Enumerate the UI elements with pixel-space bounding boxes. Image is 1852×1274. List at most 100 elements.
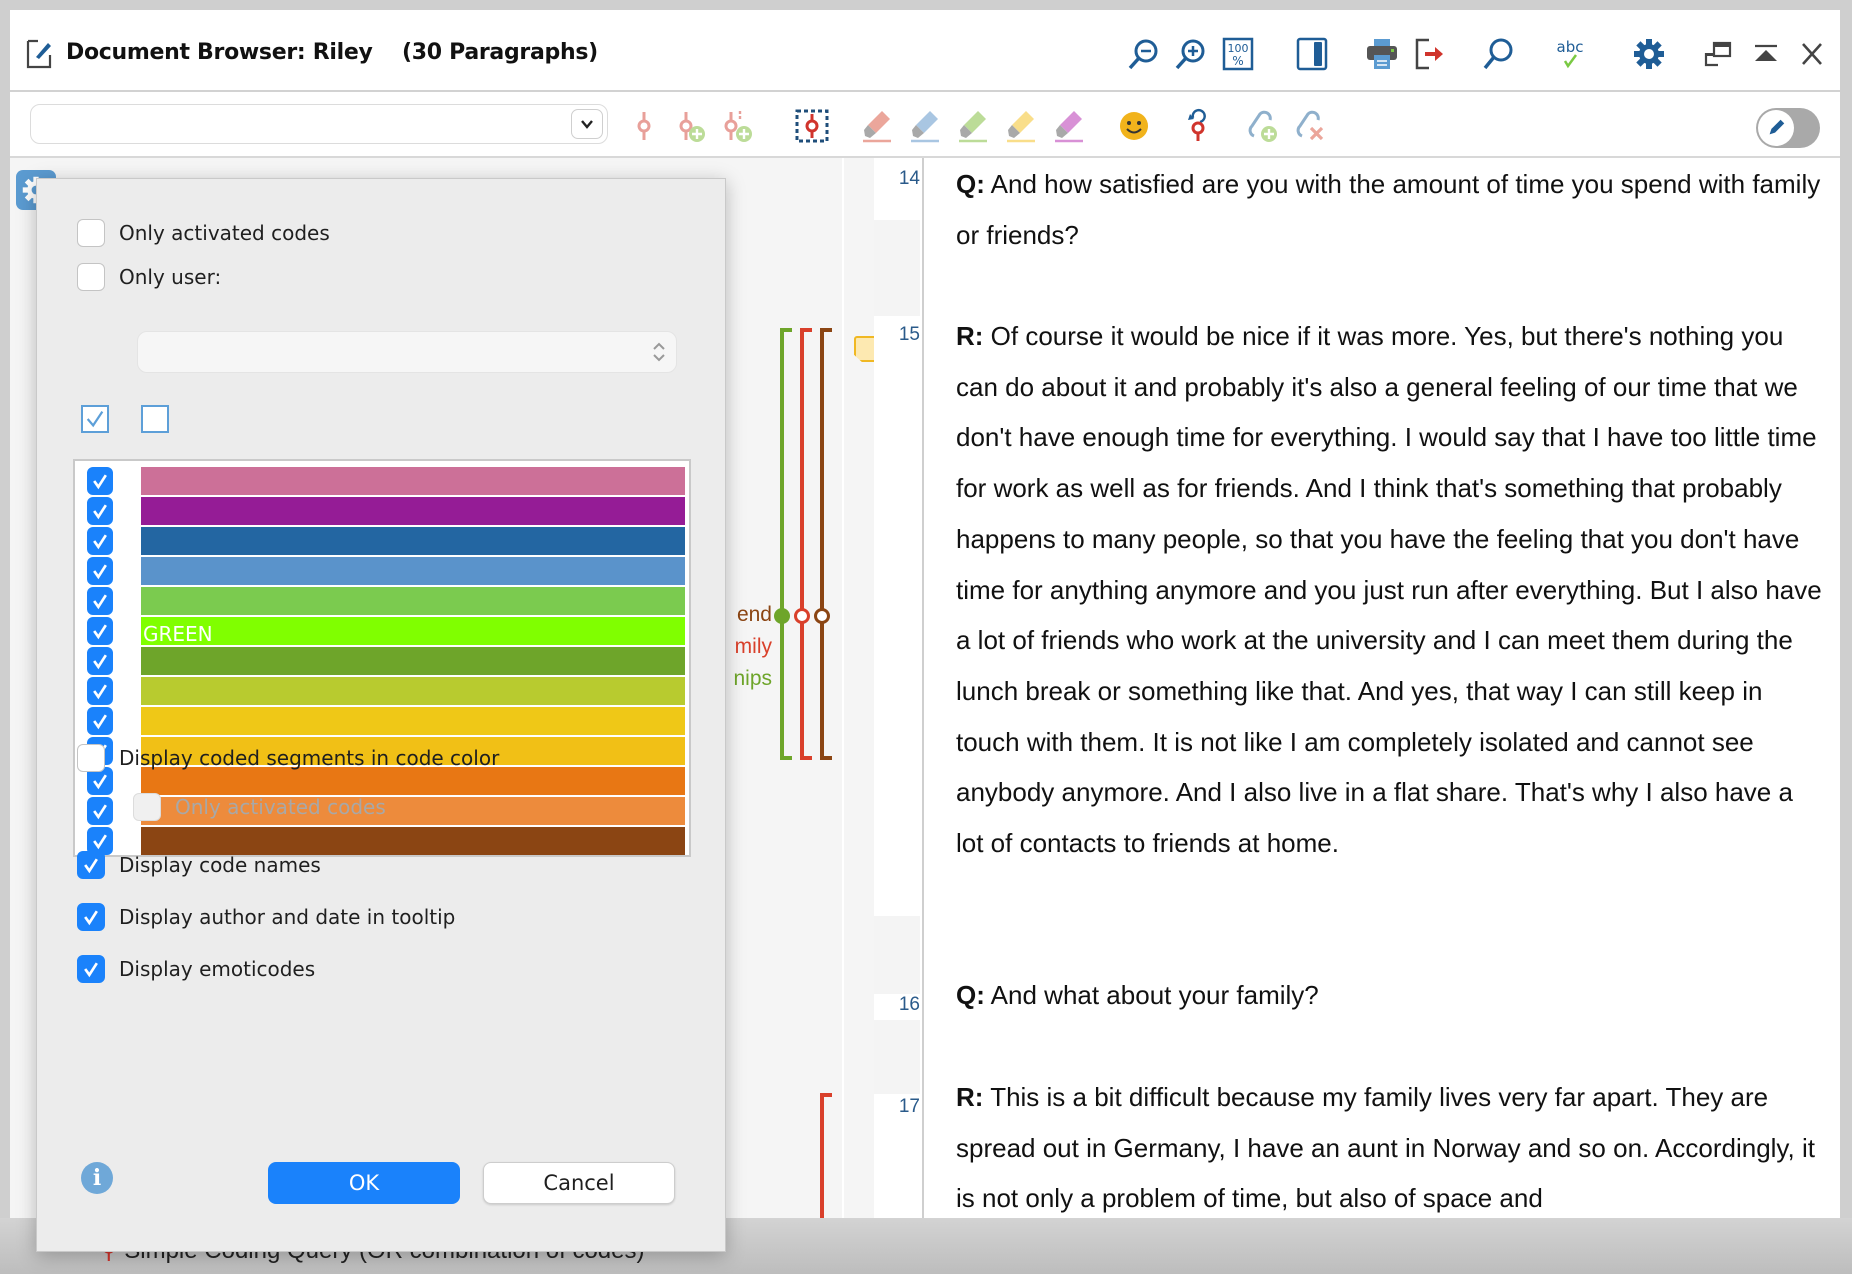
spellcheck-icon[interactable]: abc <box>1552 36 1588 72</box>
export-icon[interactable] <box>1412 36 1448 72</box>
edit-mode-toggle[interactable] <box>1756 108 1820 148</box>
checkmark-icon <box>93 654 107 670</box>
cancel-button[interactable]: Cancel <box>483 1162 675 1204</box>
color-filter-checkbox[interactable] <box>87 467 113 495</box>
info-icon[interactable]: i <box>81 1162 113 1194</box>
display-emoticodes-option[interactable]: Display emoticodes <box>77 953 315 985</box>
color-filter-checkbox[interactable] <box>87 527 113 555</box>
code-marker-dot-red[interactable] <box>794 608 810 624</box>
coding-stripe-green[interactable] <box>780 328 784 760</box>
print-icon[interactable] <box>1364 36 1400 72</box>
coding-stripe-brown[interactable] <box>820 328 824 760</box>
display-author-date-option[interactable]: Display author and date in tooltip <box>77 901 455 933</box>
only-activated-codes-sub-option: Only activated codes <box>133 791 386 823</box>
color-swatch <box>141 557 685 585</box>
only-activated-codes-option[interactable]: Only activated codes <box>77 217 330 249</box>
color-filter-checkbox[interactable] <box>87 677 113 705</box>
search-icon[interactable] <box>1480 36 1516 72</box>
add-link-icon[interactable] <box>1244 108 1280 144</box>
stripe-cap <box>820 328 832 332</box>
close-icon[interactable] <box>1794 36 1830 72</box>
color-filter-row[interactable] <box>75 527 689 555</box>
user-select-dropdown[interactable] <box>137 331 677 373</box>
svg-text:abc: abc <box>1557 38 1584 56</box>
color-filter-row[interactable] <box>75 467 689 495</box>
zoom-in-icon[interactable] <box>1172 36 1208 72</box>
color-filter-checkbox[interactable] <box>87 497 113 525</box>
code-name-label[interactable]: mily <box>735 635 772 659</box>
color-filter-row[interactable] <box>75 677 689 705</box>
color-filter-checkbox[interactable] <box>87 797 113 825</box>
display-code-color-checkbox[interactable] <box>77 744 105 772</box>
pencil-icon <box>1758 110 1794 146</box>
document-text[interactable]: Q: And how satisfied are you with the am… <box>946 158 1836 1218</box>
color-filter-checkbox[interactable] <box>87 617 113 645</box>
code-selector-combobox[interactable] <box>30 104 608 144</box>
code-marker-dot-brown[interactable] <box>814 608 830 624</box>
stripe-cap <box>800 756 812 760</box>
toggle-panel-icon[interactable] <box>1294 36 1330 72</box>
color-filter-row[interactable] <box>75 587 689 615</box>
paragraph-gap <box>874 1020 920 1094</box>
code-marker-dot-green[interactable] <box>774 608 790 624</box>
paragraph-number: 17 <box>898 1096 920 1117</box>
color-filter-checkbox[interactable] <box>87 557 113 585</box>
deselect-all-colors-button[interactable] <box>141 405 169 433</box>
only-user-option[interactable]: Only user: <box>77 261 221 293</box>
highlight-green-icon[interactable] <box>956 108 992 144</box>
color-filter-row[interactable] <box>75 557 689 585</box>
speaker-label: Q: <box>956 980 985 1010</box>
color-filter-checkbox[interactable] <box>87 647 113 675</box>
paragraph[interactable]: Q: And how satisfied are you with the am… <box>956 159 1826 260</box>
chevron-down-icon[interactable] <box>571 109 603 139</box>
paragraph-gap <box>874 916 920 994</box>
select-all-colors-button[interactable] <box>81 405 109 433</box>
code-name-label[interactable]: nips <box>733 667 772 691</box>
undock-window-icon[interactable] <box>1700 36 1736 72</box>
ok-button[interactable]: OK <box>268 1162 460 1204</box>
new-code-plus-icon[interactable] <box>719 108 755 144</box>
remove-link-icon[interactable] <box>1292 108 1328 144</box>
new-code-icon[interactable] <box>672 108 708 144</box>
only-activated-codes-checkbox[interactable] <box>77 219 105 247</box>
emoticode-icon[interactable] <box>1116 108 1152 144</box>
paragraph[interactable]: R: This is a bit difficult because my fa… <box>956 1072 1826 1218</box>
color-filter-checkbox[interactable] <box>87 587 113 615</box>
code-icon[interactable] <box>626 108 662 144</box>
color-filter-row[interactable] <box>75 707 689 735</box>
stripe-cap <box>820 1093 832 1097</box>
color-swatch <box>141 527 685 555</box>
color-filter-row[interactable] <box>75 497 689 525</box>
checkmark-icon <box>84 858 98 874</box>
zoom-100-icon[interactable]: 100% <box>1220 36 1256 72</box>
display-code-names-checkbox[interactable] <box>77 851 105 879</box>
undo-coding-icon[interactable] <box>1180 108 1216 144</box>
updown-chevron-icon <box>653 342 665 362</box>
pane-divider[interactable] <box>922 158 924 1218</box>
settings-gear-icon[interactable] <box>1631 36 1667 72</box>
display-code-color-option[interactable]: Display coded segments in code color <box>77 742 499 774</box>
highlight-red-icon[interactable] <box>860 108 896 144</box>
highlight-yellow-icon[interactable] <box>1004 108 1040 144</box>
paragraph[interactable]: R: Of course it would be nice if it was … <box>956 311 1826 869</box>
code-name-label[interactable]: end <box>737 603 772 627</box>
move-to-top-icon[interactable] <box>1748 36 1784 72</box>
color-filter-row[interactable]: GREEN <box>75 617 689 646</box>
paragraph[interactable]: Q: And what about your family? <box>956 970 1826 1021</box>
coding-stripe-red[interactable] <box>800 328 804 760</box>
coding-stripe-red[interactable] <box>820 1093 824 1218</box>
highlight-magenta-icon[interactable] <box>1052 108 1088 144</box>
stripe-cap <box>780 756 792 760</box>
code-in-vivo-icon[interactable] <box>794 108 830 144</box>
highlight-blue-icon[interactable] <box>908 108 944 144</box>
display-code-names-option[interactable]: Display code names <box>77 849 321 881</box>
color-filter-checkbox[interactable] <box>87 707 113 735</box>
display-author-date-checkbox[interactable] <box>77 903 105 931</box>
svg-text:%: % <box>1232 54 1243 68</box>
color-filter-row[interactable] <box>75 647 689 675</box>
checkmark-icon <box>93 564 107 580</box>
display-emoticodes-checkbox[interactable] <box>77 955 105 983</box>
zoom-out-icon[interactable] <box>1125 36 1161 72</box>
only-user-checkbox[interactable] <box>77 263 105 291</box>
coding-stripes-settings-dialog: Only activated codes Only user: GREEN Di… <box>36 178 726 1252</box>
